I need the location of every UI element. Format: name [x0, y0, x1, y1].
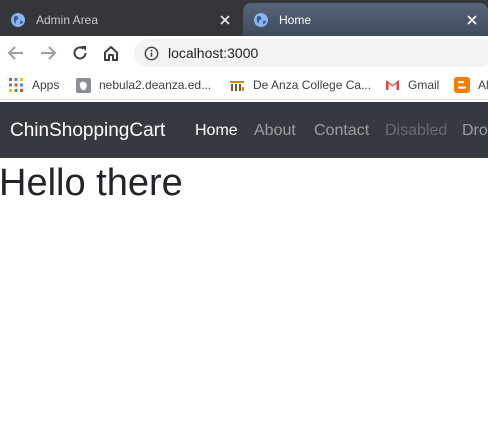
nav-about[interactable]: About	[254, 122, 296, 140]
tab-title: Home	[279, 12, 312, 27]
nav-contact[interactable]: Contact	[314, 122, 369, 140]
bookmark-gmail[interactable]: Gmail	[384, 75, 439, 95]
nav-disabled: Disabled	[385, 122, 448, 139]
home-icon[interactable]	[100, 42, 122, 64]
nav-dropdown[interactable]: Dro	[462, 122, 488, 140]
info-icon[interactable]	[144, 46, 159, 61]
bookmark-label: Al	[478, 78, 488, 92]
bookmark-label: Apps	[32, 78, 60, 92]
globe-icon	[11, 12, 25, 27]
tab-home[interactable]: Home	[243, 3, 488, 36]
close-tab-icon[interactable]	[464, 12, 480, 28]
reload-icon[interactable]	[69, 42, 91, 64]
bookmark-label: nebula2.deanza.ed...	[99, 78, 212, 92]
bookmark-blogger[interactable]: Al	[454, 75, 488, 95]
close-tab-icon[interactable]	[217, 12, 233, 28]
bookmark-nebula[interactable]: nebula2.deanza.ed...	[75, 75, 211, 95]
bookmarks-bar: Apps nebula2.deanza.ed... De Anza Colleg…	[0, 70, 488, 100]
bookmark-label: De Anza College Ca...	[253, 78, 372, 92]
tab-strip: Admin Area Home	[0, 0, 488, 36]
page-icon	[75, 77, 91, 93]
gmail-icon	[384, 77, 400, 93]
apps-grid-icon	[8, 77, 24, 93]
site-navbar: ChinShoppingCart Home About Contact Disa…	[0, 102, 488, 158]
bookmark-apps[interactable]: Apps	[8, 75, 59, 95]
site-brand[interactable]: ChinShoppingCart	[10, 120, 165, 142]
nav-home[interactable]: Home	[195, 122, 238, 140]
tab-title: Admin Area	[36, 12, 99, 27]
address-bar[interactable]: localhost:3000	[134, 39, 488, 67]
college-logo-icon	[229, 77, 245, 93]
blogger-icon	[454, 77, 470, 93]
forward-icon[interactable]	[37, 42, 59, 64]
bookmark-label: Gmail	[408, 78, 440, 92]
globe-icon	[254, 12, 268, 27]
tab-admin-area[interactable]: Admin Area	[0, 3, 241, 36]
page-heading: Hello there	[0, 162, 183, 204]
back-icon[interactable]	[5, 42, 27, 64]
browser-toolbar: localhost:3000	[0, 36, 488, 70]
bookmark-de-anza[interactable]: De Anza College Ca...	[229, 75, 371, 95]
url-text: localhost:3000	[168, 45, 259, 61]
